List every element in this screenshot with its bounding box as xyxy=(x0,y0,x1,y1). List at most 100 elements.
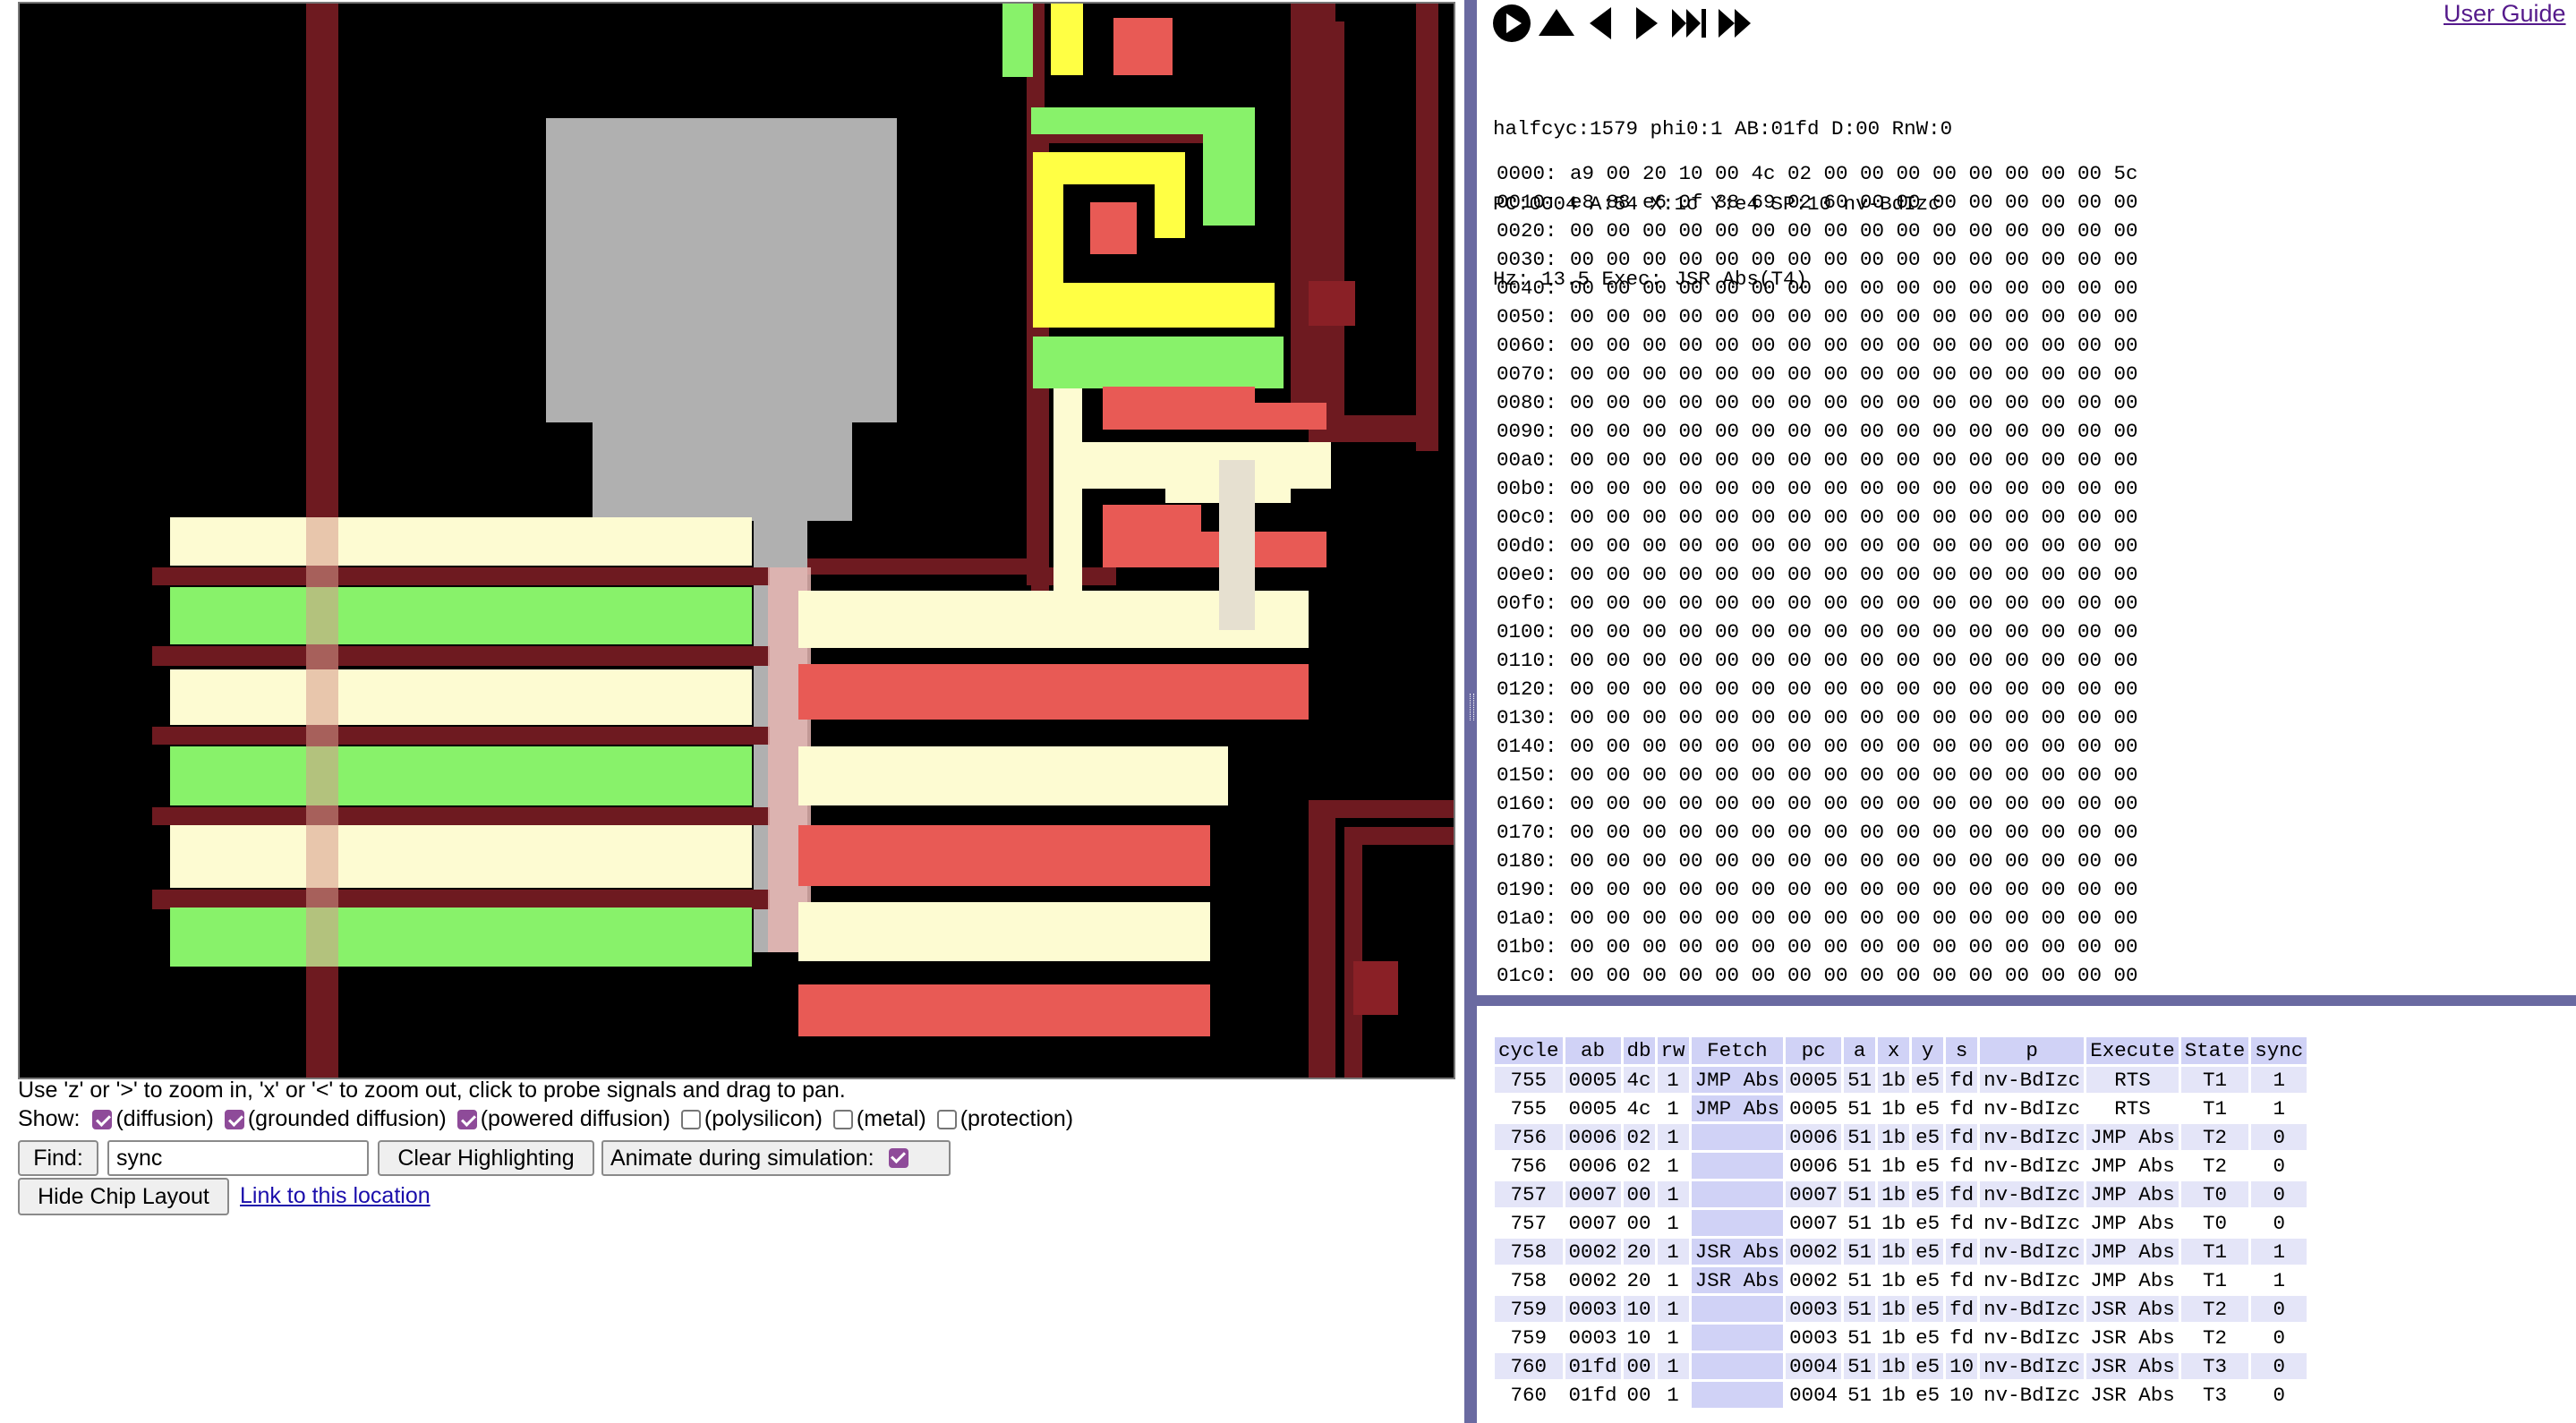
memory-byte[interactable]: 00 xyxy=(2077,761,2114,789)
memory-byte[interactable]: 00 xyxy=(1860,503,1897,532)
memory-byte[interactable]: 00 xyxy=(2005,646,2042,675)
memory-byte[interactable]: 00 xyxy=(2005,245,2042,274)
memory-byte[interactable]: 00 xyxy=(2005,503,2042,532)
memory-byte[interactable]: 00 xyxy=(1897,217,1933,245)
memory-byte[interactable]: 00 xyxy=(1715,474,1752,503)
memory-byte[interactable]: 00 xyxy=(2077,789,2114,818)
memory-byte[interactable]: 00 xyxy=(2077,417,2114,446)
memory-byte[interactable]: 00 xyxy=(1715,589,1752,618)
memory-byte[interactable]: 00 xyxy=(1860,245,1897,274)
memory-byte[interactable]: 00 xyxy=(1607,503,1643,532)
memory-byte[interactable]: 00 xyxy=(1679,274,1716,302)
memory-byte[interactable]: 00 xyxy=(1897,360,1933,388)
memory-byte[interactable]: 00 xyxy=(1860,904,1897,933)
memory-byte[interactable]: 00 xyxy=(1932,789,1969,818)
memory-byte[interactable]: 00 xyxy=(1570,703,1607,732)
memory-byte[interactable]: 00 xyxy=(2005,904,2042,933)
memory-byte[interactable]: 00 xyxy=(1679,875,1716,904)
memory-byte[interactable]: 00 xyxy=(1642,560,1679,589)
memory-byte[interactable]: 00 xyxy=(1570,789,1607,818)
memory-byte[interactable]: 00 xyxy=(1679,646,1716,675)
memory-byte[interactable]: 00 xyxy=(1642,646,1679,675)
memory-byte[interactable]: 00 xyxy=(2077,933,2114,961)
memory-byte[interactable]: 00 xyxy=(1607,446,1643,474)
memory-byte[interactable]: 00 xyxy=(1679,388,1716,417)
memory-byte[interactable]: 00 xyxy=(1607,159,1643,188)
memory-byte[interactable]: 00 xyxy=(1570,675,1607,703)
memory-byte[interactable]: 00 xyxy=(1752,646,1788,675)
memory-byte[interactable]: 00 xyxy=(1824,847,1861,875)
memory-byte[interactable]: 00 xyxy=(1932,847,1969,875)
memory-byte[interactable]: 00 xyxy=(2005,474,2042,503)
memory-byte[interactable]: 00 xyxy=(1969,589,2006,618)
memory-byte[interactable]: 00 xyxy=(1897,159,1933,188)
memory-byte[interactable]: 00 xyxy=(1715,560,1752,589)
memory-byte[interactable]: 00 xyxy=(1824,789,1861,818)
memory-byte[interactable]: 00 xyxy=(1932,589,1969,618)
memory-byte[interactable]: 00 xyxy=(1752,675,1788,703)
memory-byte[interactable]: 00 xyxy=(2042,388,2078,417)
memory-byte[interactable]: 00 xyxy=(1752,875,1788,904)
memory-byte[interactable]: 00 xyxy=(1824,732,1861,761)
memory-byte[interactable]: 00 xyxy=(1787,388,1824,417)
memory-byte[interactable]: 00 xyxy=(1932,503,1969,532)
memory-byte[interactable]: 00 xyxy=(1860,360,1897,388)
memory-byte[interactable]: 00 xyxy=(2042,847,2078,875)
memory-byte[interactable]: 00 xyxy=(1642,618,1679,646)
memory-byte[interactable]: 00 xyxy=(1824,818,1861,847)
memory-byte[interactable]: 00 xyxy=(1607,847,1643,875)
memory-byte[interactable]: 00 xyxy=(1715,675,1752,703)
memory-byte[interactable]: 00 xyxy=(1570,818,1607,847)
memory-byte[interactable]: 00 xyxy=(2077,532,2114,560)
memory-byte[interactable]: 00 xyxy=(1607,589,1643,618)
memory-byte[interactable]: 00 xyxy=(1787,331,1824,360)
memory-byte[interactable]: 00 xyxy=(1715,360,1752,388)
memory-byte[interactable]: 00 xyxy=(1642,732,1679,761)
memory-byte[interactable]: 00 xyxy=(1642,933,1679,961)
memory-byte[interactable]: 00 xyxy=(2077,818,2114,847)
memory-byte[interactable]: 00 xyxy=(1969,417,2006,446)
memory-byte[interactable]: 00 xyxy=(1715,618,1752,646)
memory-byte[interactable]: 00 xyxy=(1787,474,1824,503)
memory-byte[interactable]: 00 xyxy=(1824,703,1861,732)
memory-byte[interactable]: 00 xyxy=(1932,933,1969,961)
memory-byte[interactable]: 00 xyxy=(1932,388,1969,417)
memory-byte[interactable]: 00 xyxy=(1860,474,1897,503)
memory-byte[interactable]: 00 xyxy=(2114,904,2151,933)
memory-byte[interactable]: 00 xyxy=(2005,789,2042,818)
memory-byte[interactable]: 00 xyxy=(2114,933,2151,961)
memory-byte[interactable]: 00 xyxy=(1570,646,1607,675)
memory-byte[interactable]: 00 xyxy=(2042,818,2078,847)
memory-byte[interactable]: 00 xyxy=(1860,818,1897,847)
memory-byte[interactable]: 00 xyxy=(1570,388,1607,417)
memory-byte[interactable]: 00 xyxy=(1897,560,1933,589)
memory-byte[interactable]: 00 xyxy=(1932,188,1969,217)
memory-byte[interactable]: 00 xyxy=(1752,618,1788,646)
memory-byte[interactable]: 00 xyxy=(2114,245,2151,274)
memory-byte[interactable]: 00 xyxy=(2077,446,2114,474)
memory-byte[interactable]: 00 xyxy=(2042,446,2078,474)
memory-byte[interactable]: 00 xyxy=(1897,589,1933,618)
memory-byte[interactable]: 00 xyxy=(2005,732,2042,761)
memory-byte[interactable]: 00 xyxy=(1969,761,2006,789)
memory-byte[interactable]: 00 xyxy=(2005,933,2042,961)
memory-byte[interactable]: 00 xyxy=(1570,503,1607,532)
memory-byte[interactable]: 00 xyxy=(1897,933,1933,961)
memory-byte[interactable]: 00 xyxy=(1932,474,1969,503)
memory-byte[interactable]: 00 xyxy=(2005,818,2042,847)
memory-byte[interactable]: 00 xyxy=(1752,789,1788,818)
memory-byte[interactable]: 00 xyxy=(2005,302,2042,331)
memory-byte[interactable]: 00 xyxy=(2114,446,2151,474)
memory-byte[interactable]: 00 xyxy=(2005,618,2042,646)
memory-byte[interactable]: 00 xyxy=(2077,360,2114,388)
memory-byte[interactable]: 00 xyxy=(1824,446,1861,474)
memory-byte[interactable]: 00 xyxy=(1642,446,1679,474)
memory-byte[interactable]: 00 xyxy=(1932,618,1969,646)
memory-byte[interactable]: 00 xyxy=(1607,274,1643,302)
metal-checkbox[interactable] xyxy=(832,1109,853,1129)
memory-byte[interactable]: 00 xyxy=(1679,961,1716,990)
memory-byte[interactable]: 00 xyxy=(1860,761,1897,789)
memory-byte[interactable]: 00 xyxy=(1607,474,1643,503)
memory-byte[interactable]: 00 xyxy=(1897,675,1933,703)
memory-byte[interactable]: 00 xyxy=(1969,245,2006,274)
